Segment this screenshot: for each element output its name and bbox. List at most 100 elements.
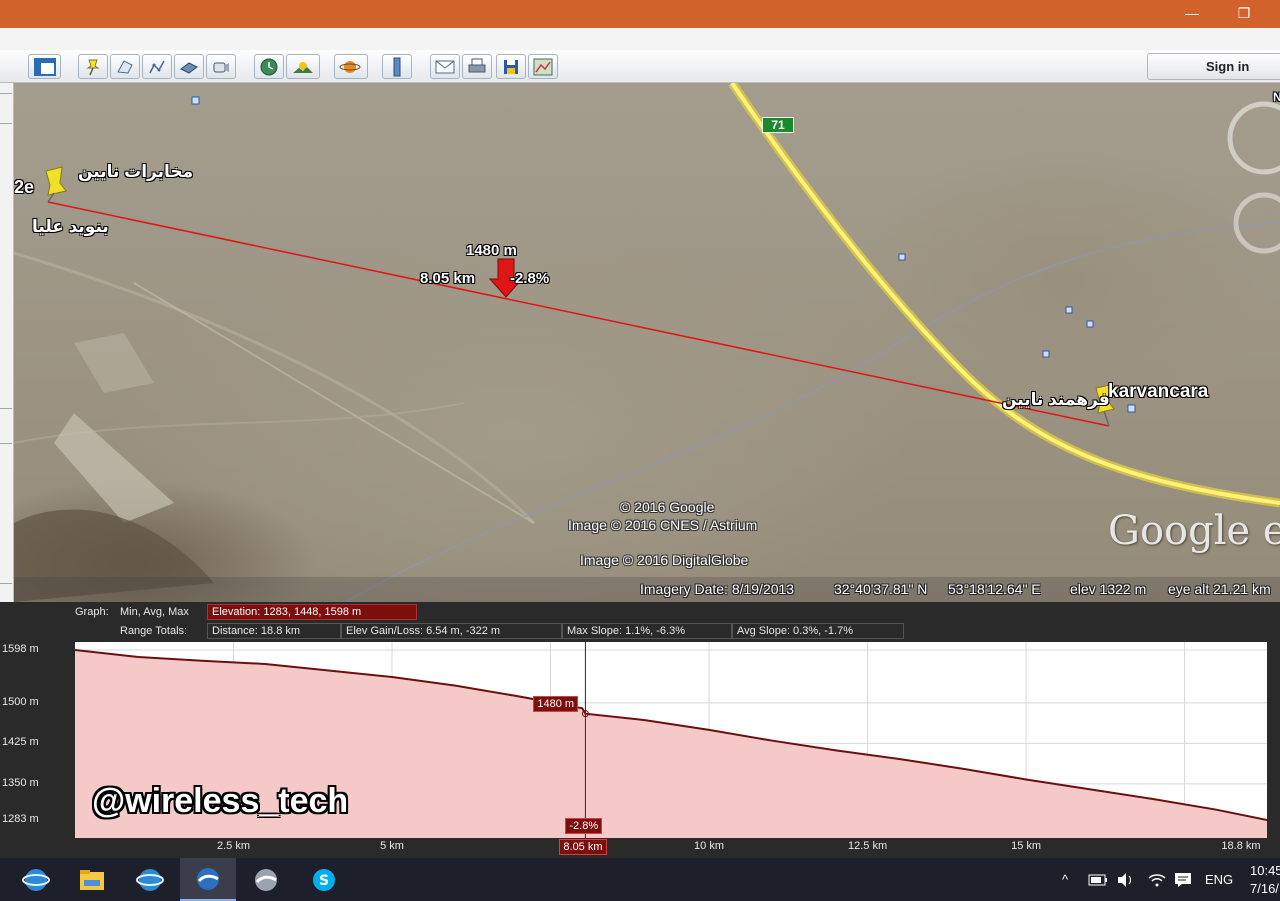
sunlight-icon [293,61,313,73]
poi-icon[interactable] [1086,320,1094,328]
y-tick-label: 1350 m [2,776,39,789]
compass-control[interactable] [1227,101,1280,254]
internet-explorer-icon [22,868,50,891]
range-totals-label: Range Totals: [120,625,188,637]
panel-divider [0,93,12,94]
globe-app-icon [255,868,277,891]
historical-imagery-button[interactable] [254,54,284,79]
restore-button[interactable]: ❐ [1230,4,1258,22]
view-in-maps-icon [533,58,553,75]
poi-icon[interactable] [1127,404,1136,413]
print-button[interactable] [462,54,492,79]
svg-text:S: S [319,873,329,889]
tray-language[interactable]: ENG [1205,858,1233,901]
poi-icon[interactable] [191,96,200,105]
add-image-overlay-button[interactable] [174,54,204,79]
y-tick-label: 1500 m [2,695,39,708]
taskbar-file-explorer[interactable] [64,858,120,901]
placemark-label-right-sub[interactable]: فرهمند نایین [1002,390,1110,410]
add-placemark-button[interactable] [78,54,108,79]
y-tick-label: 1598 m [2,643,39,655]
taskbar-internet-explorer-2[interactable] [122,858,178,901]
tray-battery[interactable] [1088,858,1108,901]
y-tick-label: 1425 m [2,736,39,749]
compass-north-label[interactable]: N [1273,90,1280,104]
record-tour-icon [213,62,229,72]
x-tick-label: 15 km [1011,840,1042,852]
sunlight-button[interactable] [286,54,320,79]
clock-time[interactable]: 10:45 [1250,863,1280,878]
action-center-icon [1175,872,1191,887]
add-path-button[interactable] [142,54,172,79]
pushpin-left-icon[interactable] [45,166,67,203]
sidebar-toggle-icon [33,57,56,76]
print-icon [468,58,486,72]
graph-modes[interactable]: Min, Avg, Max [120,606,189,618]
credit-digitalglobe: Image © 2016 DigitalGlobe [580,552,749,568]
path-icon [149,60,165,73]
road-shield-label: 71 [762,117,794,133]
cursor-distance-tag: 8.05 km [559,839,607,855]
poi-icon[interactable] [1042,350,1050,358]
image-overlay-icon [180,61,198,74]
y-tick-label: 1283 m [2,813,39,825]
taskbar-google-earth[interactable] [180,858,236,901]
skype-icon: S [313,868,335,891]
x-tick-label: 18.8 km [1221,840,1261,852]
measure-path-line [47,201,1110,427]
placemark-label-left-sub[interactable]: بنوید علیا [32,217,109,237]
poi-icon[interactable] [1065,306,1073,314]
placemark-icon [86,59,100,75]
x-tick-label: 5 km [380,840,404,852]
sidebar-toggle-button[interactable] [28,54,61,79]
placemark-label-cut[interactable]: 2e [14,177,34,198]
planets-button[interactable] [334,54,368,79]
sign-in-button[interactable]: Sign in [1147,53,1280,80]
clock-date[interactable]: 7/16/ [1250,881,1279,896]
avg-slope-stat: Avg Slope: 0.3%, -1.7% [732,623,904,639]
max-slope-stat: Max Slope: 1.1%, -6.3% [562,623,732,639]
battery-icon [1088,874,1107,885]
cursor-slope-label: -2.8% [510,270,550,287]
historical-imagery-icon [260,58,278,75]
tray-overflow-chevron[interactable]: ^ [1062,858,1068,901]
email-icon [435,60,455,73]
email-button[interactable] [430,54,460,79]
panel-divider [0,443,12,444]
cursor-distance-label: 8.05 km [420,270,476,287]
minimize-button[interactable]: — [1178,4,1206,22]
graph-label: Graph: [75,606,109,618]
panel-divider [0,123,12,124]
tray-wifi[interactable] [1148,858,1166,901]
volume-icon [1118,872,1131,887]
elev-gain-loss-stat: Elev Gain/Loss: 6.54 m, -322 m [341,623,562,639]
longitude-readout: 53°18'12.64" E [948,581,1041,597]
internet-explorer-2-icon [136,868,164,891]
cursor-elevation-label: 1480 m [466,242,517,259]
record-tour-button[interactable] [206,54,236,79]
taskbar-internet-explorer[interactable] [8,858,64,901]
tray-volume[interactable] [1116,858,1136,901]
placemark-label-right[interactable]: karvancara [1108,381,1208,403]
map-view[interactable]: مخابرات نایین 2e بنوید علیا karvancara ف… [14,83,1280,602]
panel-divider [0,583,12,584]
ruler-button[interactable] [382,54,412,79]
menu-bar [0,28,1280,50]
taskbar-globe-app[interactable] [238,858,294,901]
tray-action-center[interactable] [1174,858,1192,901]
taskbar: S ^ ENG 10:45 7/16/ [0,858,1280,901]
save-image-button[interactable] [496,54,526,79]
polygon-icon [117,59,133,74]
add-polygon-button[interactable] [110,54,140,79]
planets-icon [339,60,361,73]
eye-altitude-readout: eye alt 21.21 km [1168,581,1271,597]
x-tick-label: 2.5 km [216,840,251,852]
x-tick-label: 12.5 km [847,840,888,852]
watermark-text: @wireless_tech [92,782,349,820]
elevation-stats-box: Elevation: 1283, 1448, 1598 m [207,604,417,620]
toolbar: Sign in [0,50,1280,83]
placemark-label-left[interactable]: مخابرات نایین [78,162,193,182]
taskbar-skype[interactable]: S [296,858,352,901]
poi-icon[interactable] [898,253,906,261]
view-in-maps-button[interactable] [528,54,558,79]
